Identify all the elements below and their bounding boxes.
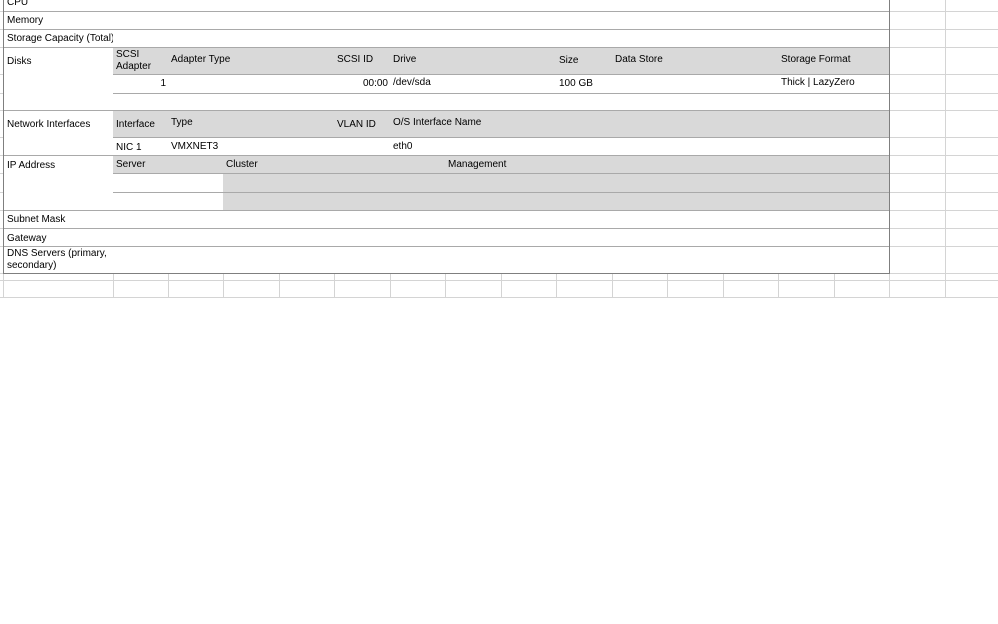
disks-empty-cell[interactable] (113, 94, 169, 111)
label-storage-capacity: Storage Capacity (Total) (4, 30, 114, 48)
ip-cell-management[interactable] (445, 193, 668, 211)
network-header-type: Type (168, 111, 335, 138)
value-storage-capacity[interactable] (113, 30, 890, 48)
network-cell-type[interactable]: VMXNET3 (168, 138, 335, 156)
ip-cell-cluster[interactable] (223, 193, 446, 211)
ip-cell-blank[interactable] (667, 193, 835, 211)
ip-cell-blank[interactable] (834, 174, 890, 193)
network-header-interface: Interface (113, 111, 169, 138)
disks-header-size: Size (556, 48, 613, 75)
label-disks: Disks (4, 48, 114, 111)
disks-header-drive: Drive (390, 48, 557, 75)
disks-cell-drive[interactable]: /dev/sda (390, 75, 557, 94)
ip-header-management: Management (445, 156, 668, 174)
network-header-os-interface-name: O/S Interface Name (390, 111, 890, 138)
disks-cell-data-store[interactable] (612, 75, 779, 94)
disks-cell-size[interactable]: 100 GB (556, 75, 613, 94)
network-header-vlan-id: VLAN ID (334, 111, 391, 138)
label-memory: Memory (4, 12, 114, 30)
ip-cell-blank[interactable] (834, 193, 890, 211)
label-ip-address: IP Address (4, 156, 114, 211)
disks-cell-scsi-adapter[interactable]: 1 (113, 75, 169, 94)
disks-cell-scsi-id[interactable]: 00:00 (334, 75, 391, 94)
value-dns-servers[interactable] (113, 247, 890, 274)
value-cpu[interactable] (113, 0, 890, 12)
ip-cell-blank[interactable] (667, 174, 835, 193)
ip-cell-management[interactable] (445, 174, 668, 193)
disks-empty-cell[interactable] (168, 94, 335, 111)
disks-empty-cell[interactable] (390, 94, 557, 111)
ip-header-blank (834, 156, 890, 174)
disks-header-storage-format: Storage Format (778, 48, 890, 75)
disks-header-adapter-type: Adapter Type (168, 48, 335, 75)
disks-empty-cell[interactable] (612, 94, 779, 111)
ip-header-blank (667, 156, 835, 174)
label-dns-servers: DNS Servers (primary, secondary) (4, 247, 114, 274)
disks-empty-cell[interactable] (556, 94, 613, 111)
ip-cell-server[interactable] (113, 174, 224, 193)
disks-cell-storage-format[interactable]: Thick | LazyZero (778, 75, 890, 94)
label-subnet-mask: Subnet Mask (4, 211, 114, 229)
value-subnet-mask[interactable] (113, 211, 890, 229)
ip-header-cluster: Cluster (223, 156, 446, 174)
disks-cell-adapter-type[interactable] (168, 75, 335, 94)
label-network-interfaces: Network Interfaces (4, 111, 114, 156)
ip-cell-server[interactable] (113, 193, 224, 211)
ip-cell-cluster[interactable] (223, 174, 446, 193)
network-cell-interface[interactable]: NIC 1 (113, 138, 169, 156)
label-gateway: Gateway (4, 229, 114, 247)
value-gateway[interactable] (113, 229, 890, 247)
disks-header-scsi-adapter: SCSI Adapter (113, 48, 169, 75)
disks-header-scsi-id: SCSI ID (334, 48, 391, 75)
value-memory[interactable] (113, 12, 890, 30)
ip-header-server: Server (113, 156, 224, 174)
network-cell-os-interface-name[interactable]: eth0 (390, 138, 890, 156)
disks-empty-cell[interactable] (334, 94, 391, 111)
label-cpu: CPU (4, 0, 114, 12)
network-cell-vlan-id[interactable] (334, 138, 391, 156)
disks-header-data-store: Data Store (612, 48, 779, 75)
disks-empty-cell[interactable] (778, 94, 890, 111)
